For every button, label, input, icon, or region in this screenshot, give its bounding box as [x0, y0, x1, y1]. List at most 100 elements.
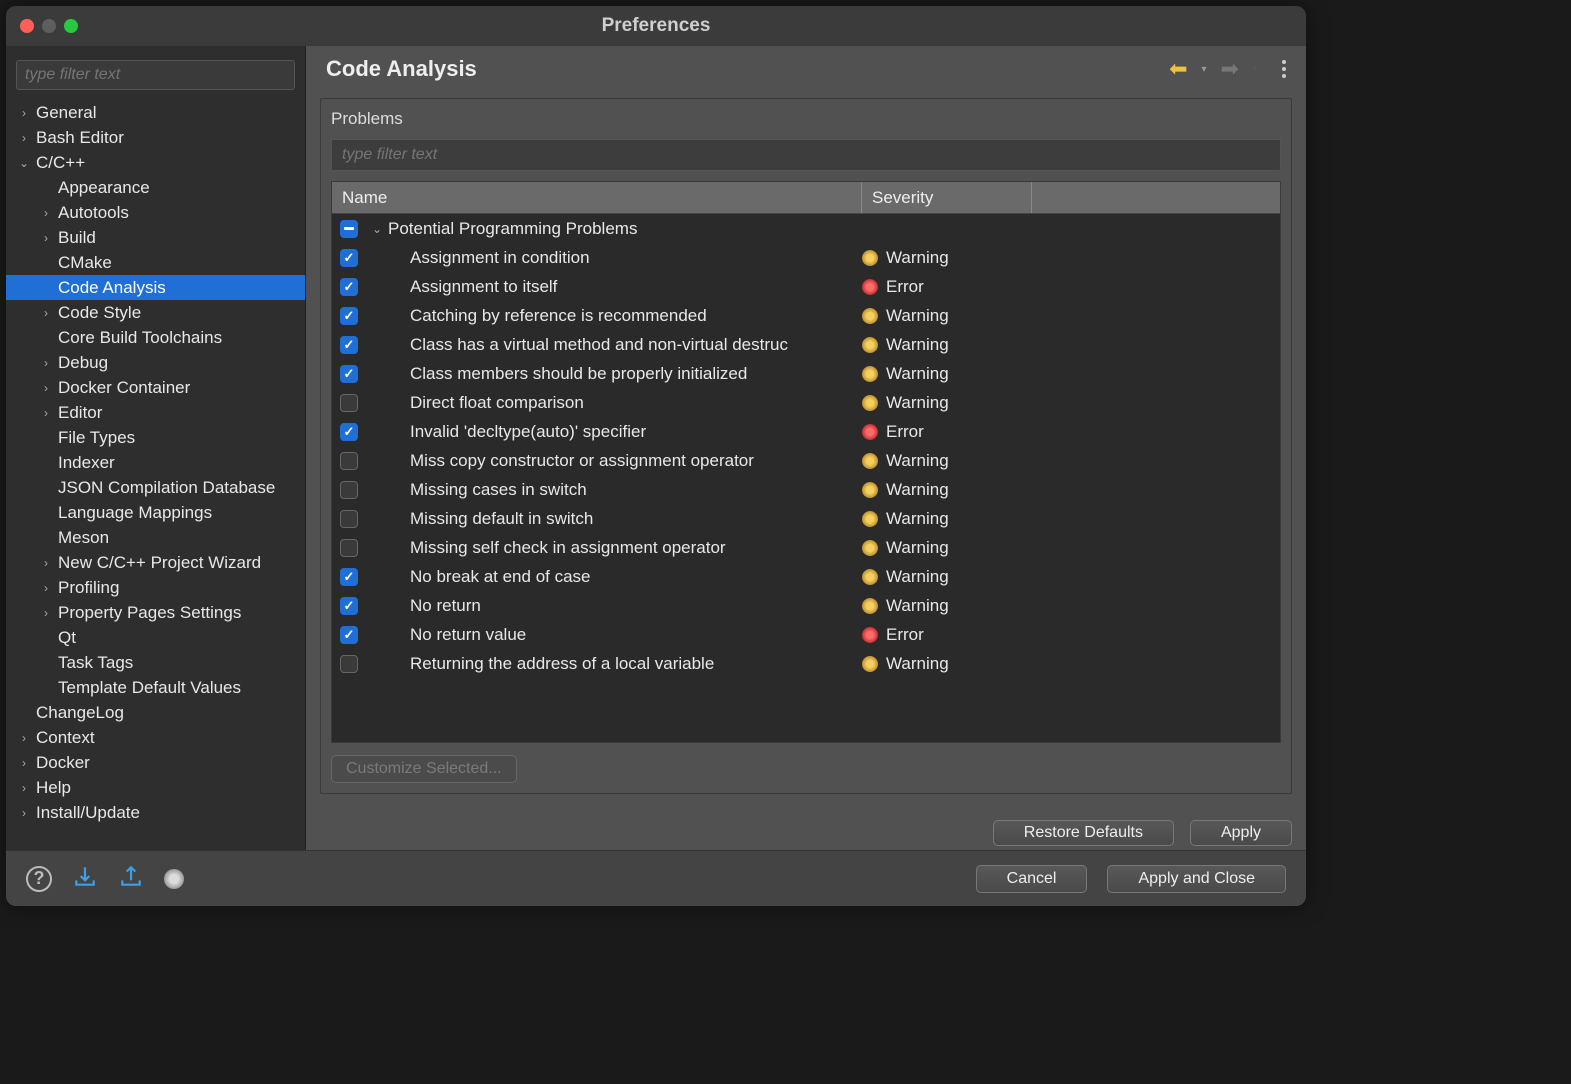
checkbox[interactable] [340, 394, 358, 412]
sidebar-item-template-default-values[interactable]: ›Template Default Values [6, 675, 305, 700]
problem-row[interactable]: Assignment to itselfError [332, 272, 1280, 301]
checkbox[interactable] [340, 307, 358, 325]
checkbox[interactable] [340, 481, 358, 499]
checkbox[interactable] [340, 365, 358, 383]
checkbox[interactable] [340, 336, 358, 354]
checkbox[interactable] [340, 597, 358, 615]
menu-icon[interactable] [1282, 60, 1286, 78]
tree-twisty-icon[interactable]: › [38, 356, 54, 370]
tree-twisty-icon[interactable]: › [38, 556, 54, 570]
sidebar-item-install-update[interactable]: ›Install/Update [6, 800, 305, 825]
tree-twisty-icon[interactable]: › [38, 306, 54, 320]
checkbox[interactable] [340, 278, 358, 296]
sidebar-item-debug[interactable]: ›Debug [6, 350, 305, 375]
nav-forward-icon[interactable]: ➡ [1221, 56, 1239, 82]
import-icon[interactable] [72, 863, 98, 894]
customize-selected-button[interactable]: Customize Selected... [331, 755, 517, 783]
sidebar-item-json-compilation-database[interactable]: ›JSON Compilation Database [6, 475, 305, 500]
problem-row[interactable]: Class members should be properly initial… [332, 359, 1280, 388]
close-window-icon[interactable] [20, 19, 34, 33]
tree-twisty-icon[interactable]: › [16, 806, 32, 820]
problem-row[interactable]: Missing default in switchWarning [332, 504, 1280, 533]
problem-row[interactable]: No break at end of caseWarning [332, 562, 1280, 591]
column-header-name[interactable]: Name [332, 182, 862, 213]
checkbox[interactable] [340, 626, 358, 644]
checkbox[interactable] [340, 452, 358, 470]
sidebar-item-context[interactable]: ›Context [6, 725, 305, 750]
sidebar-item-general[interactable]: ›General [6, 100, 305, 125]
sidebar-item-changelog[interactable]: ›ChangeLog [6, 700, 305, 725]
sidebar-item-core-build-toolchains[interactable]: ›Core Build Toolchains [6, 325, 305, 350]
sidebar-item-docker[interactable]: ›Docker [6, 750, 305, 775]
problem-row[interactable]: Direct float comparisonWarning [332, 388, 1280, 417]
minimize-window-icon[interactable] [42, 19, 56, 33]
tree-twisty-icon[interactable]: ⌄ [16, 156, 32, 170]
sidebar-item-file-types[interactable]: ›File Types [6, 425, 305, 450]
sidebar-item-help[interactable]: ›Help [6, 775, 305, 800]
help-icon[interactable]: ? [26, 866, 52, 892]
problem-group-row[interactable]: ⌄Potential Programming Problems [332, 214, 1280, 243]
preferences-tree[interactable]: ›General›Bash Editor⌄C/C++›Appearance›Au… [6, 100, 305, 850]
sidebar-item-task-tags[interactable]: ›Task Tags [6, 650, 305, 675]
checkbox[interactable] [340, 220, 358, 238]
sidebar-filter-input[interactable] [16, 60, 295, 90]
nav-back-icon[interactable]: ⬅ [1169, 56, 1187, 82]
sidebar-item-code-style[interactable]: ›Code Style [6, 300, 305, 325]
checkbox[interactable] [340, 655, 358, 673]
tree-twisty-icon[interactable]: › [38, 206, 54, 220]
warning-icon [862, 337, 878, 353]
tree-twisty-icon[interactable]: › [16, 731, 32, 745]
error-icon [862, 279, 878, 295]
cancel-button[interactable]: Cancel [976, 865, 1088, 893]
checkbox[interactable] [340, 539, 358, 557]
checkbox[interactable] [340, 423, 358, 441]
sidebar-item-c-c-[interactable]: ⌄C/C++ [6, 150, 305, 175]
tree-twisty-icon[interactable]: › [38, 381, 54, 395]
sidebar-item-autotools[interactable]: ›Autotools [6, 200, 305, 225]
problem-row[interactable]: Assignment in conditionWarning [332, 243, 1280, 272]
sidebar-item-new-c-c-project-wizard[interactable]: ›New C/C++ Project Wizard [6, 550, 305, 575]
apply-and-close-button[interactable]: Apply and Close [1107, 865, 1286, 893]
checkbox[interactable] [340, 249, 358, 267]
sidebar-item-meson[interactable]: ›Meson [6, 525, 305, 550]
sidebar-item-editor[interactable]: ›Editor [6, 400, 305, 425]
tree-twisty-icon[interactable]: › [16, 756, 32, 770]
sidebar-item-docker-container[interactable]: ›Docker Container [6, 375, 305, 400]
problem-row[interactable]: Miss copy constructor or assignment oper… [332, 446, 1280, 475]
tree-twisty-icon[interactable]: › [38, 606, 54, 620]
group-twisty-icon[interactable]: ⌄ [366, 222, 388, 236]
tree-twisty-icon[interactable]: › [38, 406, 54, 420]
column-header-severity[interactable]: Severity [862, 182, 1032, 213]
problem-row[interactable]: Class has a virtual method and non-virtu… [332, 330, 1280, 359]
tree-twisty-icon[interactable]: › [16, 781, 32, 795]
sidebar-item-bash-editor[interactable]: ›Bash Editor [6, 125, 305, 150]
problem-row[interactable]: Catching by reference is recommendedWarn… [332, 301, 1280, 330]
apply-button[interactable]: Apply [1190, 820, 1292, 846]
problems-filter-input[interactable] [331, 139, 1281, 171]
tree-twisty-icon[interactable]: › [16, 131, 32, 145]
restore-defaults-button[interactable]: Restore Defaults [993, 820, 1174, 846]
sidebar-item-language-mappings[interactable]: ›Language Mappings [6, 500, 305, 525]
sidebar-item-profiling[interactable]: ›Profiling [6, 575, 305, 600]
problem-row[interactable]: Invalid 'decltype(auto)' specifierError [332, 417, 1280, 446]
sidebar-item-property-pages-settings[interactable]: ›Property Pages Settings [6, 600, 305, 625]
tree-twisty-icon[interactable]: › [38, 231, 54, 245]
sidebar-item-build[interactable]: ›Build [6, 225, 305, 250]
tree-twisty-icon[interactable]: › [16, 106, 32, 120]
sidebar-item-indexer[interactable]: ›Indexer [6, 450, 305, 475]
export-icon[interactable] [118, 863, 144, 894]
problem-row[interactable]: Returning the address of a local variabl… [332, 649, 1280, 678]
zoom-window-icon[interactable] [64, 19, 78, 33]
checkbox[interactable] [340, 568, 358, 586]
checkbox[interactable] [340, 510, 358, 528]
problem-row[interactable]: No returnWarning [332, 591, 1280, 620]
problem-row[interactable]: No return valueError [332, 620, 1280, 649]
problem-row[interactable]: Missing cases in switchWarning [332, 475, 1280, 504]
problem-row[interactable]: Missing self check in assignment operato… [332, 533, 1280, 562]
oomph-icon[interactable] [164, 869, 184, 889]
tree-twisty-icon[interactable]: › [38, 581, 54, 595]
sidebar-item-code-analysis[interactable]: ›Code Analysis [6, 275, 305, 300]
sidebar-item-appearance[interactable]: ›Appearance [6, 175, 305, 200]
sidebar-item-cmake[interactable]: ›CMake [6, 250, 305, 275]
sidebar-item-qt[interactable]: ›Qt [6, 625, 305, 650]
